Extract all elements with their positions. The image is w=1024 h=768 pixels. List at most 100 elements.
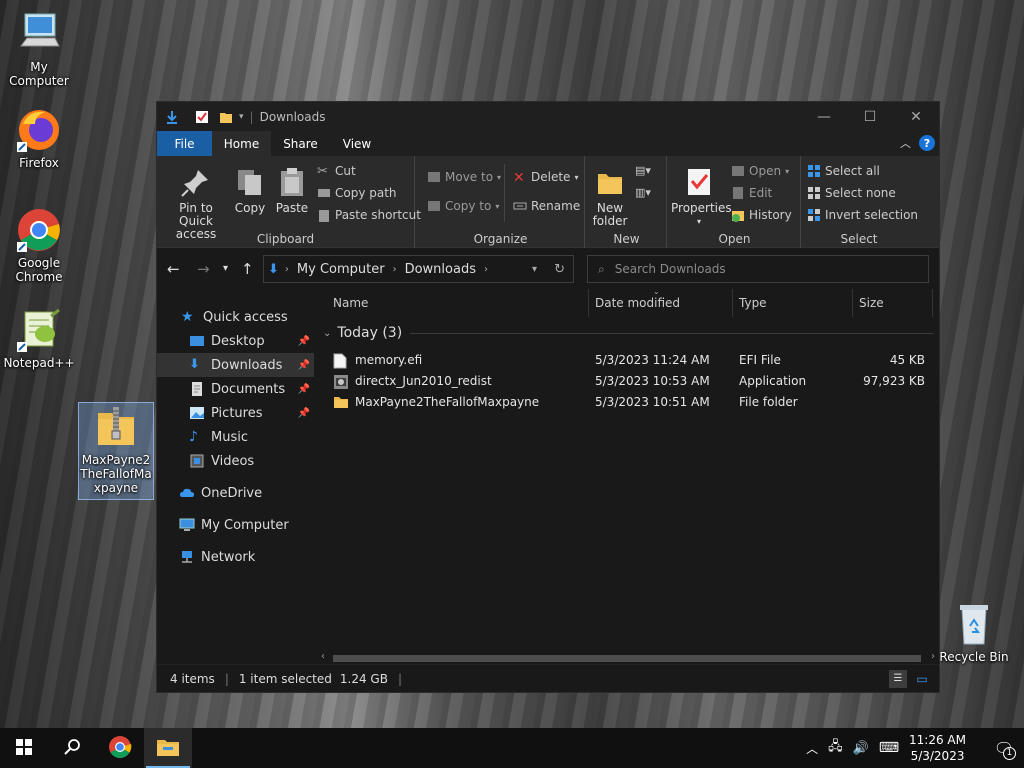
nav-videos[interactable]: Videos (157, 449, 314, 473)
file-row[interactable]: directx_Jun2010_redist 5/3/2023 10:53 AM… (317, 371, 939, 392)
easy-access-icon[interactable]: ▥▾ (635, 186, 651, 199)
pictures-icon (189, 405, 205, 421)
scrollbar-thumb[interactable] (333, 655, 921, 662)
qat-dropdown-icon[interactable]: ▾ (239, 112, 244, 122)
nav-my-computer[interactable]: My Computer (157, 513, 314, 537)
maximize-button[interactable]: ☐ (847, 102, 893, 131)
breadcrumb-my-computer[interactable]: My Computer (297, 262, 385, 277)
edit-button[interactable]: Edit (731, 186, 772, 200)
title-bar[interactable]: ▾ | Downloads — ☐ ✕ (157, 102, 939, 131)
folder-icon (333, 395, 349, 412)
desktop-icon-notepadpp[interactable]: Notepad++ (1, 306, 77, 370)
new-folder-button[interactable]: New folder (591, 166, 629, 228)
copy-path-button[interactable]: Copy path (317, 186, 397, 200)
keyboard-icon[interactable]: ⌨ (879, 740, 899, 756)
scroll-right-icon[interactable]: › (931, 651, 935, 662)
help-icon[interactable]: ? (919, 135, 935, 151)
item-count: 4 items (170, 671, 215, 686)
desktop-icon-recycle-bin[interactable]: Recycle Bin (936, 600, 1012, 664)
start-button[interactable] (0, 728, 48, 768)
breadcrumb-downloads[interactable]: Downloads (405, 262, 476, 277)
organize-group-label: Organize (473, 232, 528, 246)
history-button[interactable]: History (731, 208, 792, 222)
tab-view[interactable]: View (330, 131, 384, 156)
nav-network[interactable]: Network (157, 545, 314, 569)
file-type: EFI File (739, 353, 781, 367)
tab-share[interactable]: Share (271, 131, 330, 156)
address-dropdown-icon[interactable]: ▾ (532, 264, 537, 275)
desktop-icon-my-computer[interactable]: My Computer (1, 10, 77, 88)
firefox-icon (15, 106, 63, 154)
notepadpp-icon (15, 306, 63, 354)
select-none-button[interactable]: Select none (807, 186, 896, 200)
column-date-modified[interactable]: Date modified (589, 289, 733, 317)
tab-home[interactable]: Home (212, 131, 271, 156)
taskbar-file-explorer[interactable] (144, 728, 192, 768)
paste-button[interactable]: Paste (273, 166, 311, 215)
copy-path-icon (317, 186, 331, 200)
search-box[interactable]: ⌕ Search Downloads (587, 255, 929, 283)
file-row[interactable]: memory.efi 5/3/2023 11:24 AM EFI File 45… (317, 350, 939, 371)
column-size[interactable]: Size (853, 289, 933, 317)
select-all-button[interactable]: Select all (807, 164, 880, 178)
taskbar-chrome[interactable] (96, 728, 144, 768)
volume-icon[interactable]: 🔊 (853, 741, 869, 756)
desktop-icon-chrome[interactable]: Google Chrome (1, 206, 77, 284)
collapse-ribbon-icon[interactable]: ︿ (900, 135, 911, 151)
paste-shortcut-button[interactable]: Paste shortcut (317, 208, 421, 222)
search-button[interactable] (48, 728, 96, 768)
large-icons-view-icon[interactable]: ▭ (913, 670, 931, 688)
pin-icon (180, 166, 212, 198)
action-center-button[interactable]: 🗨 1 (984, 728, 1024, 768)
group-header-today[interactable]: ⌄ Today (3) (323, 325, 933, 341)
clock[interactable]: 11:26 AM 5/3/2023 (909, 732, 966, 764)
scroll-left-icon[interactable]: ‹ (321, 651, 325, 662)
music-note-icon: ♪ (189, 429, 198, 445)
desktop-icon-label: My Computer (9, 60, 69, 88)
new-item-icon[interactable]: ▤▾ (635, 164, 651, 177)
rename-button[interactable]: Rename (513, 199, 580, 213)
recent-locations-icon[interactable]: ▾ (223, 263, 228, 274)
minimize-button[interactable]: — (801, 102, 847, 131)
cut-button[interactable]: ✂ Cut (317, 164, 356, 179)
nav-music[interactable]: ♪ Music (157, 425, 314, 449)
nav-quick-access[interactable]: ★ Quick access (157, 305, 314, 329)
desktop-icon-firefox[interactable]: Firefox (1, 106, 77, 170)
invert-selection-button[interactable]: Invert selection (807, 208, 918, 222)
open-button[interactable]: Open ▾ (731, 164, 789, 178)
desktop-icon-label: MaxPayne2TheFallofMaxpayne (80, 453, 152, 495)
breadcrumb-separator-icon: › (483, 263, 488, 275)
network-status-icon[interactable]: 🖧 (828, 737, 843, 759)
file-row[interactable]: MaxPayne2TheFallofMaxpayne 5/3/2023 10:5… (317, 392, 939, 413)
nav-desktop[interactable]: Desktop 📌 (157, 329, 314, 353)
close-button[interactable]: ✕ (893, 102, 939, 131)
new-folder-icon (594, 166, 626, 198)
downloads-location-icon: ⬇ (268, 261, 279, 277)
up-arrow-icon[interactable]: ↑ (241, 260, 254, 278)
properties-check-icon[interactable] (195, 110, 209, 124)
nav-onedrive[interactable]: OneDrive (157, 481, 314, 505)
notification-count-badge: 1 (1003, 747, 1016, 760)
explorer-window[interactable]: ▾ | Downloads — ☐ ✕ File Home Share View… (156, 101, 940, 693)
refresh-icon[interactable]: ↻ (554, 262, 565, 277)
forward-arrow-icon[interactable]: → (197, 260, 210, 278)
tab-file[interactable]: File (157, 131, 212, 156)
column-type[interactable]: Type (733, 289, 853, 317)
pin-quick-access-button[interactable]: Pin to Quick access (163, 166, 229, 241)
desktop-icon-maxpayne-zip[interactable]: MaxPayne2TheFallofMaxpayne (78, 402, 154, 500)
nav-documents[interactable]: Documents 📌 (157, 377, 314, 401)
column-name[interactable]: Name (327, 289, 589, 317)
new-folder-qat-icon[interactable] (219, 110, 233, 124)
address-box[interactable]: ⬇ › My Computer › Downloads › ▾ ↻ (263, 255, 574, 283)
move-to-button[interactable]: Move to ▾ (427, 170, 501, 184)
back-arrow-icon[interactable]: ← (167, 260, 180, 278)
nav-downloads[interactable]: ⬇ Downloads 📌 (157, 353, 314, 377)
delete-button[interactable]: ✕ Delete ▾ (513, 170, 578, 186)
show-hidden-icons-icon[interactable]: ︿ (806, 740, 818, 757)
properties-button[interactable]: Properties ▾ (671, 166, 732, 228)
copy-button[interactable]: Copy (233, 166, 267, 215)
details-view-icon[interactable]: ☰ (889, 670, 907, 688)
nav-pictures[interactable]: Pictures 📌 (157, 401, 314, 425)
copy-to-button[interactable]: Copy to ▾ (427, 199, 499, 213)
cloud-icon (179, 485, 195, 501)
